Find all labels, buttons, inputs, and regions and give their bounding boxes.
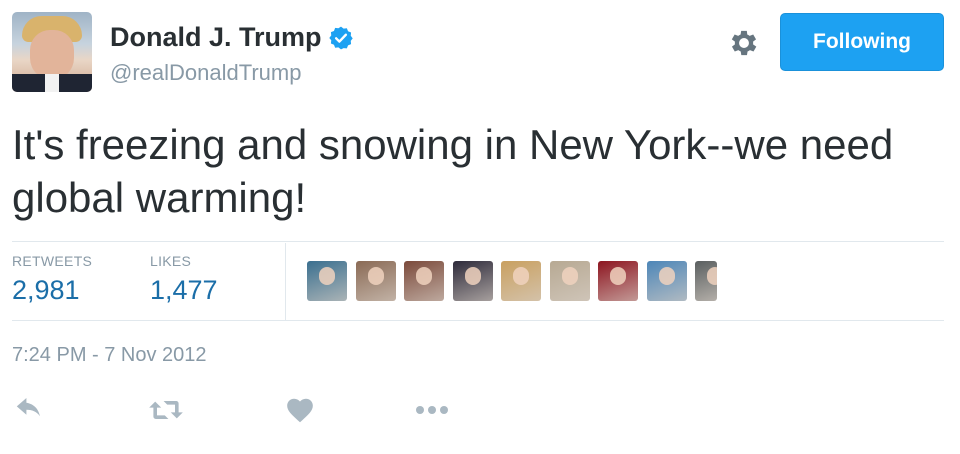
- liker-avatar[interactable]: [549, 261, 590, 301]
- tweet-stats: RETWEETS 2,981 LIKES 1,477: [12, 243, 944, 320]
- retweet-icon[interactable]: [146, 392, 186, 428]
- liker-avatar[interactable]: [307, 261, 347, 301]
- tweet-text: It's freezing and snowing in New York--w…: [12, 121, 894, 221]
- liker-avatar[interactable]: [355, 261, 396, 301]
- retweets-stat[interactable]: RETWEETS 2,981: [12, 253, 92, 306]
- likers-avatars: [307, 261, 726, 301]
- liker-avatar[interactable]: [404, 261, 444, 301]
- retweets-label: RETWEETS: [12, 253, 93, 269]
- tweet-actions: [12, 392, 512, 428]
- liker-avatar[interactable]: [598, 261, 638, 301]
- verified-badge-icon: [328, 25, 354, 51]
- following-button[interactable]: Following: [780, 13, 944, 71]
- user-name[interactable]: Donald J. Trump: [110, 22, 322, 53]
- tweet-timestamp[interactable]: 7:24 PM - 7 Nov 2012: [12, 344, 207, 367]
- liker-avatar[interactable]: [695, 261, 717, 301]
- reply-icon[interactable]: [12, 392, 48, 428]
- liker-avatar[interactable]: [646, 261, 687, 301]
- likes-count: 1,477: [150, 275, 218, 305]
- divider: [12, 320, 944, 321]
- user-handle[interactable]: @realDonaldTrump: [110, 60, 301, 86]
- tweet-header: Donald J. Trump @realDonaldTrump Followi…: [12, 12, 948, 94]
- gear-icon[interactable]: [727, 26, 761, 60]
- avatar[interactable]: [12, 12, 92, 92]
- more-icon[interactable]: [412, 392, 452, 428]
- liker-avatar[interactable]: [501, 261, 541, 301]
- likes-stat[interactable]: LIKES 1,477: [150, 253, 218, 306]
- like-icon[interactable]: [282, 392, 318, 428]
- retweets-count: 2,981: [12, 275, 80, 305]
- divider: [12, 241, 944, 242]
- liker-avatar[interactable]: [452, 261, 493, 301]
- stats-divider: [285, 243, 286, 320]
- name-row: Donald J. Trump: [110, 22, 354, 53]
- likes-label: LIKES: [150, 253, 192, 269]
